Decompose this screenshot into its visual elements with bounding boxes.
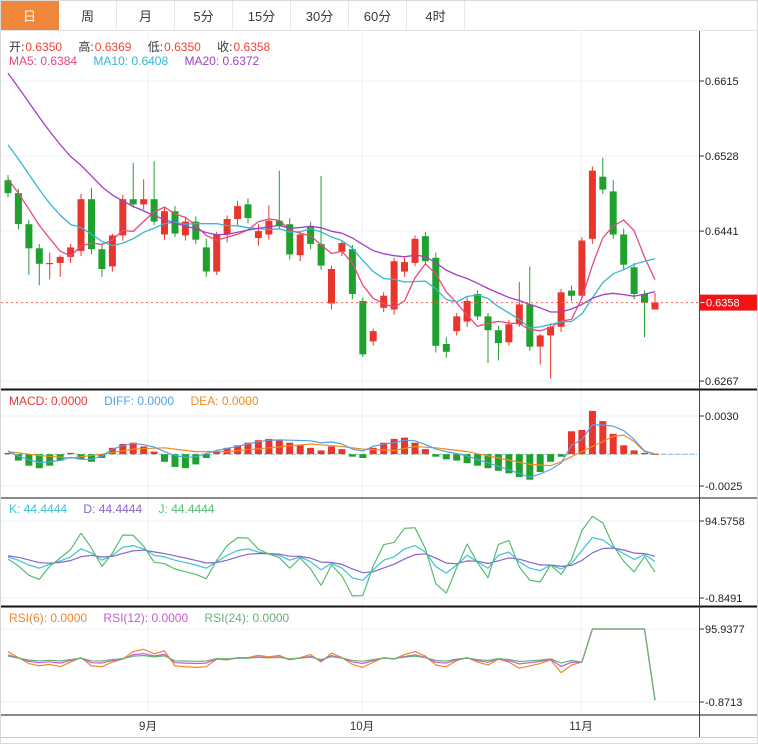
macd-bar	[421, 449, 429, 455]
candlestick	[254, 231, 262, 238]
gridlines	[1, 31, 700, 714]
macd-bar	[161, 454, 168, 462]
macd-bar	[536, 454, 544, 472]
axis-label: -0.8491	[705, 593, 742, 605]
candlestick	[369, 331, 377, 342]
candlestick	[129, 199, 137, 205]
tab-week[interactable]: 周	[59, 1, 117, 30]
axis-label: 0.6528	[705, 151, 739, 163]
macd-bar	[338, 449, 346, 455]
candlestick	[77, 199, 85, 251]
candlestick	[296, 234, 304, 256]
axis-label: 95.9377	[705, 624, 745, 636]
candlestick	[98, 249, 106, 269]
axis-label: -0.8713	[705, 697, 742, 709]
axis-label: 0.6441	[705, 226, 739, 238]
main-candlestick-pane	[4, 72, 659, 379]
candlestick	[56, 256, 64, 263]
axis-label: 0.6267	[705, 376, 739, 388]
axis-label: 94.5758	[705, 516, 745, 528]
macd-bar	[432, 454, 440, 457]
macd-bar	[181, 454, 189, 469]
macd-bar	[150, 451, 158, 455]
macd-bar	[140, 446, 148, 455]
timeframe-tabbar: 日 周 月 5分 15分 30分 60分 4时	[1, 1, 757, 31]
macd-bar	[453, 454, 461, 461]
candlestick	[140, 199, 148, 205]
kdj-pane	[7, 515, 656, 597]
candlestick	[202, 247, 210, 272]
candlestick	[328, 269, 335, 304]
candlestick	[223, 219, 231, 235]
candlestick	[244, 204, 252, 219]
candlestick	[536, 335, 544, 347]
candlestick	[359, 300, 367, 355]
candlestick	[25, 224, 33, 249]
macd-bar	[390, 438, 398, 455]
macd-bar	[547, 454, 555, 462]
candlestick	[578, 240, 586, 296]
macd-bar	[557, 454, 565, 457]
macd-bar	[599, 421, 607, 455]
macd-bar	[265, 438, 273, 455]
candlestick	[411, 238, 419, 263]
macd-bar	[307, 447, 315, 455]
macd-bar	[641, 452, 648, 455]
kline-chart-app: 0.6615 0.6528 0.6441 0.6267 0.0030 -0.0025 94.…	[0, 0, 758, 744]
axis-label: 0.6615	[705, 76, 739, 88]
macd-bar	[369, 447, 377, 455]
candlestick	[46, 263, 54, 265]
candlestick	[651, 302, 659, 310]
macd-bar	[328, 446, 335, 455]
macd-bar	[4, 452, 12, 455]
candlestick	[88, 199, 95, 250]
axis-label: 0.0030	[705, 411, 739, 423]
candlestick	[505, 324, 513, 343]
candlestick	[453, 316, 461, 332]
macd-pane	[4, 410, 697, 480]
candlestick	[474, 294, 482, 317]
candlestick	[35, 248, 43, 264]
candlestick	[442, 344, 450, 352]
macd-bar	[442, 454, 450, 460]
macd-bar	[630, 450, 638, 455]
candlestick	[401, 262, 408, 272]
macd-bar	[286, 442, 294, 455]
tab-15min[interactable]: 15分	[233, 1, 291, 30]
rsi-pane	[7, 628, 656, 701]
candlestick	[234, 206, 242, 219]
macd-bar	[411, 442, 419, 455]
macd-bar	[348, 454, 356, 457]
candlestick	[630, 267, 638, 294]
current-price-text: 0.6358	[706, 297, 740, 309]
macd-bar	[359, 454, 367, 458]
candlestick	[588, 170, 596, 239]
candlestick	[599, 176, 607, 190]
candlestick	[348, 249, 356, 294]
tab-60min[interactable]: 60分	[349, 1, 407, 30]
macd-bar	[296, 445, 304, 455]
macd-bar	[494, 454, 502, 471]
macd-bar	[67, 452, 75, 455]
tab-5min[interactable]: 5分	[175, 1, 233, 30]
candlestick	[494, 330, 502, 344]
macd-bar	[568, 431, 575, 455]
candlestick	[568, 290, 575, 296]
tab-30min[interactable]: 30分	[291, 1, 349, 30]
candlestick	[338, 243, 346, 252]
x-axis-month-label: 10月	[350, 721, 374, 733]
x-axis-month-label: 11月	[569, 721, 592, 733]
candlestick	[620, 234, 628, 265]
tab-day[interactable]: 日	[1, 1, 59, 30]
axis-label: -0.0025	[705, 481, 742, 493]
candlestick	[641, 294, 648, 303]
macd-bar	[620, 445, 628, 455]
tab-4hour[interactable]: 4时	[407, 1, 465, 30]
chart-canvas: 0.6615 0.6528 0.6441 0.6267 0.0030 -0.0025 94.…	[1, 30, 757, 738]
macd-bar	[317, 450, 325, 455]
x-axis-month-label: 9月	[139, 721, 157, 733]
macd-bar	[35, 454, 43, 469]
tab-month[interactable]: 月	[117, 1, 175, 30]
